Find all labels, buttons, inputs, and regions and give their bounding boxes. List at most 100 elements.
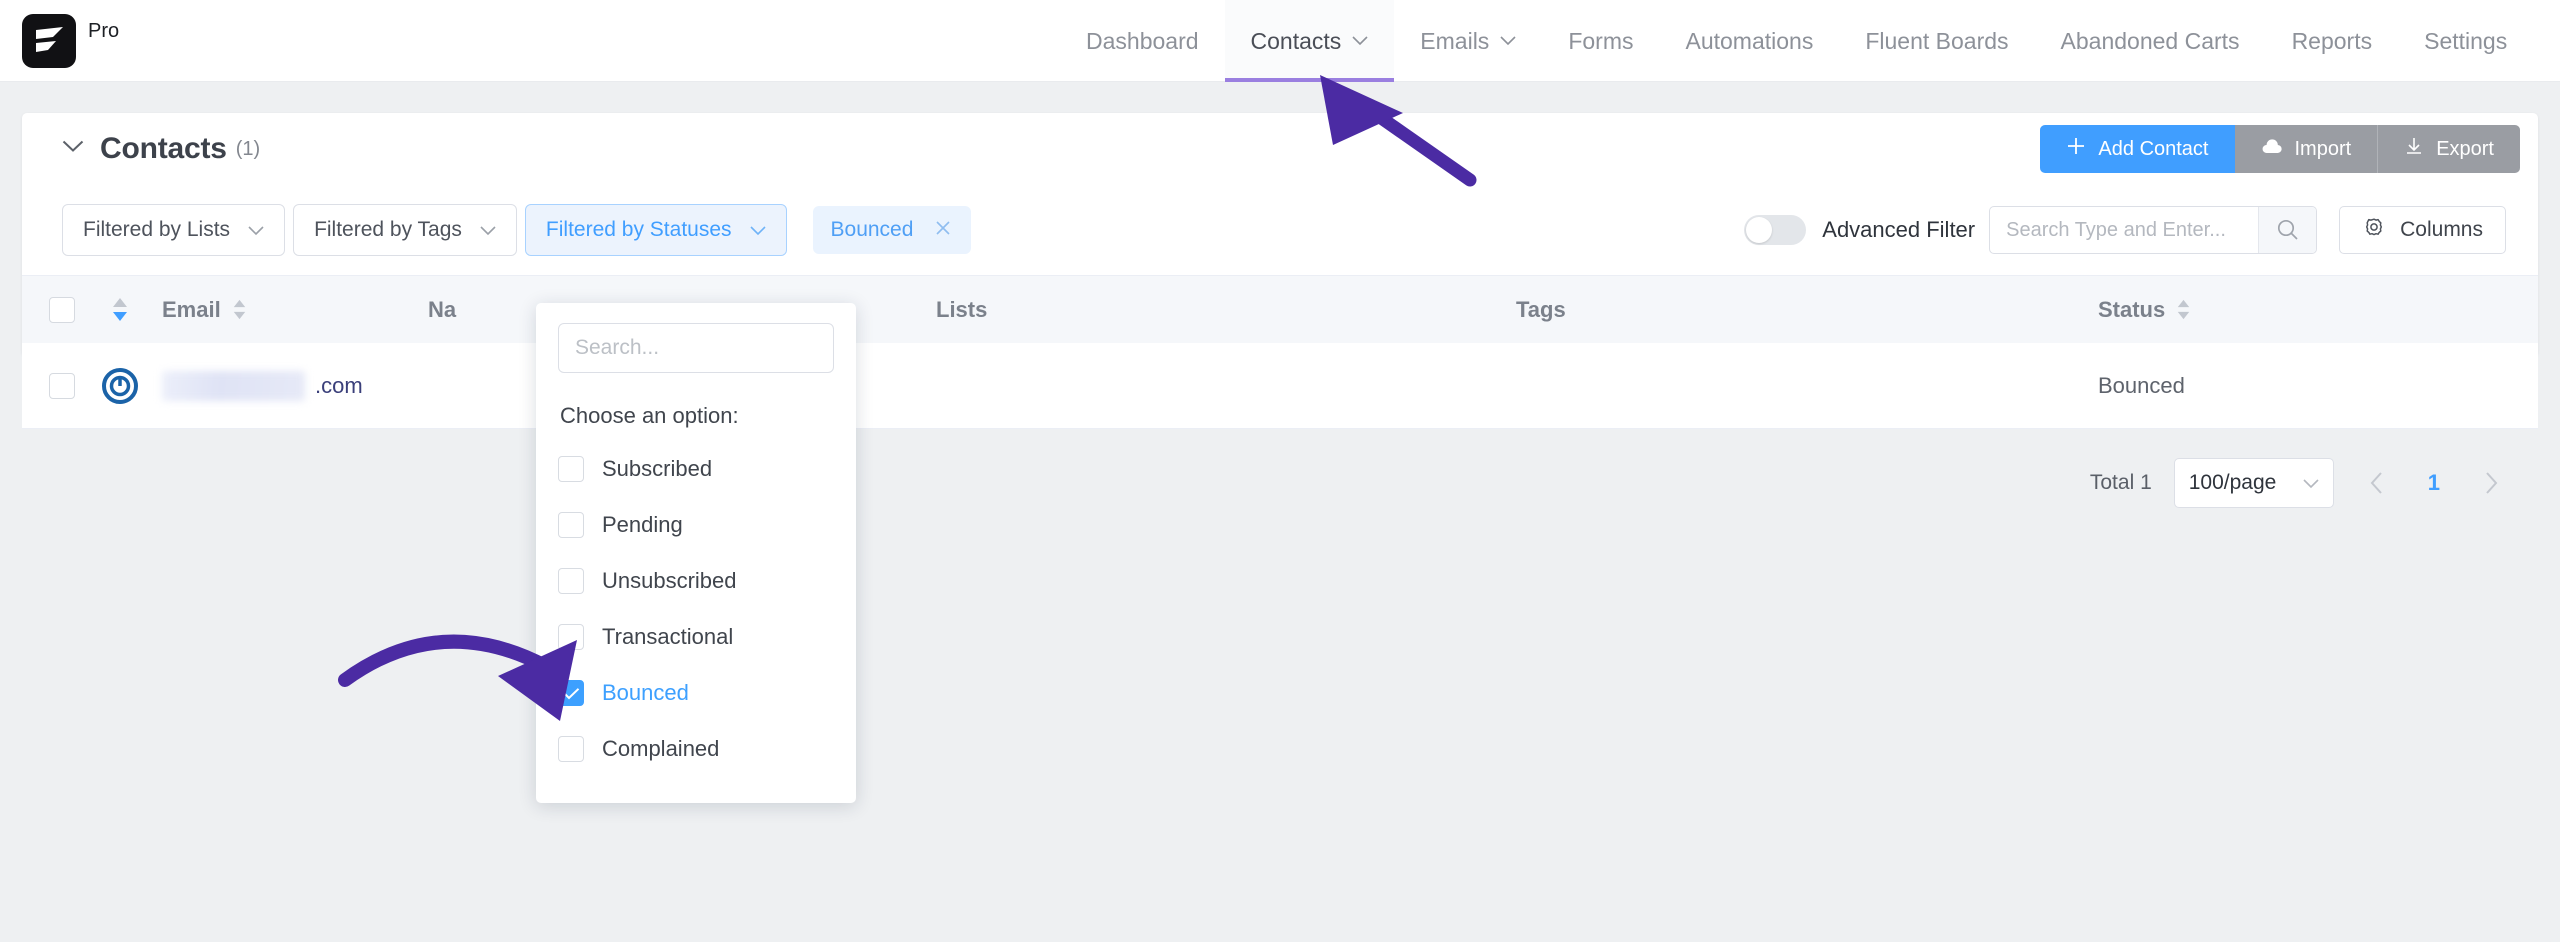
main-nav: Dashboard Contacts Emails Forms Automati…: [1060, 0, 2533, 82]
checkbox[interactable]: [558, 736, 584, 762]
nav-label: Fluent Boards: [1865, 27, 2009, 54]
statuses-dropdown-panel: Choose an option: Subscribed Pending Uns…: [536, 303, 856, 803]
filtered-by-statuses-dropdown[interactable]: Filtered by Statuses: [524, 204, 787, 256]
column-header-email[interactable]: Email: [156, 297, 416, 323]
dropdown-search-input[interactable]: [558, 323, 834, 373]
column-header-lists[interactable]: Lists: [936, 297, 1516, 323]
option-label: Bounced: [602, 680, 689, 705]
header-actions: Add Contact Import Export: [2040, 125, 2520, 173]
export-button[interactable]: Export: [2377, 125, 2520, 173]
advanced-filter-toggle[interactable]: [1744, 215, 1807, 245]
sort-arrows-icon[interactable]: [110, 297, 130, 322]
contact-avatar-icon: [102, 367, 138, 404]
column-label: Na: [428, 296, 457, 322]
close-icon[interactable]: [933, 218, 953, 242]
prev-page-button[interactable]: [2356, 462, 2398, 504]
total-count-label: Total 1: [2089, 471, 2152, 494]
filter-bar: Filtered by Lists Filtered by Tags Filte…: [22, 185, 2538, 275]
column-header-tags[interactable]: Tags: [1516, 297, 2076, 323]
dropdown-option-pending[interactable]: Pending: [558, 497, 834, 553]
page-title: Contacts: [100, 132, 227, 165]
toggle-knob: [1746, 217, 1773, 243]
page-size-label: 100/page: [2188, 471, 2277, 494]
filter-chip-label: Bounced: [830, 218, 914, 241]
masked-email-value: [162, 370, 305, 401]
gear-icon: [2362, 215, 2386, 245]
plus-icon: [2066, 136, 2086, 162]
contacts-count: (1): [235, 137, 261, 160]
row-select-checkbox[interactable]: [49, 372, 75, 399]
dropdown-option-subscribed[interactable]: Subscribed: [558, 441, 834, 497]
option-label: Subscribed: [602, 456, 713, 481]
column-label: Status: [2098, 296, 2166, 322]
sort-arrows-icon[interactable]: [231, 299, 248, 320]
checkbox[interactable]: [558, 624, 584, 650]
chevron-down-icon: [248, 218, 264, 242]
collapse-panel-chevron-down-icon[interactable]: [62, 140, 84, 158]
active-filter-chip-bounced[interactable]: Bounced: [812, 206, 972, 254]
search-box: [1989, 206, 2318, 254]
row-select-checkbox-cell: [22, 372, 84, 399]
nav-item-contacts[interactable]: Contacts: [1224, 0, 1395, 82]
search-icon[interactable]: [2258, 207, 2317, 253]
panel-header: Contacts (1) Add Contact Import Export: [22, 113, 2538, 185]
filtered-by-tags-dropdown[interactable]: Filtered by Tags: [293, 204, 517, 256]
nav-item-reports[interactable]: Reports: [2266, 0, 2399, 82]
nav-item-dashboard[interactable]: Dashboard: [1060, 0, 1225, 82]
nav-item-fluent-boards[interactable]: Fluent Boards: [1839, 0, 2034, 82]
advanced-filter-label: Advanced Filter: [1822, 217, 1976, 242]
column-header-status[interactable]: Status: [2076, 297, 2538, 323]
chevron-down-icon: [480, 218, 496, 242]
import-label: Import: [2294, 137, 2352, 160]
search-input[interactable]: [1990, 207, 2259, 253]
checkbox[interactable]: [558, 456, 584, 482]
brand: Pro: [22, 13, 119, 68]
option-label: Transactional: [602, 624, 734, 649]
fluent-crm-logo-icon[interactable]: [22, 13, 76, 68]
page-size-select[interactable]: 100/page: [2173, 458, 2334, 508]
columns-button[interactable]: Columns: [2339, 206, 2506, 254]
chevron-left-icon: [2370, 472, 2382, 494]
nav-label: Emails: [1420, 27, 1490, 54]
nav-item-abandoned-carts[interactable]: Abandoned Carts: [2035, 0, 2266, 82]
import-button[interactable]: Import: [2234, 125, 2378, 173]
dropdown-option-complained[interactable]: Complained: [558, 721, 834, 777]
chevron-down-icon: [2303, 471, 2319, 495]
select-all-checkbox[interactable]: [49, 296, 75, 323]
dropdown-option-unsubscribed[interactable]: Unsubscribed: [558, 553, 834, 609]
export-label: Export: [2436, 137, 2494, 160]
chevron-down-icon: [1500, 36, 1516, 46]
column-label: Email: [162, 296, 221, 322]
nav-label: Abandoned Carts: [2060, 27, 2240, 54]
nav-label: Reports: [2291, 27, 2373, 54]
email-domain-suffix: .com: [315, 372, 363, 398]
download-icon: [2404, 136, 2424, 162]
page-number-1[interactable]: 1: [2420, 470, 2448, 496]
nav-item-emails[interactable]: Emails: [1394, 0, 1542, 82]
checkbox-checked[interactable]: [558, 680, 584, 706]
dropdown-option-transactional[interactable]: Transactional: [558, 609, 834, 665]
sort-arrows-icon[interactable]: [2175, 299, 2192, 320]
nav-label: Contacts: [1250, 27, 1342, 54]
filter-bar-right: Advanced Filter Columns: [1744, 206, 2506, 254]
check-icon: [563, 687, 579, 699]
chevron-down-icon: [749, 218, 766, 242]
nav-item-settings[interactable]: Settings: [2398, 0, 2533, 82]
nav-item-forms[interactable]: Forms: [1542, 0, 1659, 82]
columns-label: Columns: [2400, 218, 2483, 241]
table-row[interactable]: .com Bounced: [22, 343, 2538, 429]
cloud-upload-icon: [2261, 138, 2283, 161]
filtered-by-lists-dropdown[interactable]: Filtered by Lists: [62, 204, 286, 256]
add-contact-label: Add Contact: [2098, 137, 2209, 160]
dropdown-option-bounced[interactable]: Bounced: [558, 665, 834, 721]
checkbox[interactable]: [558, 512, 584, 538]
column-label: Lists: [936, 296, 988, 322]
nav-item-automations[interactable]: Automations: [1659, 0, 1839, 82]
row-avatar-cell: [84, 367, 156, 404]
add-contact-button[interactable]: Add Contact: [2040, 125, 2235, 173]
filter-statuses-label: Filtered by Statuses: [545, 218, 732, 241]
nav-label: Forms: [1568, 27, 1634, 54]
checkbox[interactable]: [558, 568, 584, 594]
next-page-button[interactable]: [2470, 462, 2512, 504]
chevron-right-icon: [2486, 472, 2498, 494]
